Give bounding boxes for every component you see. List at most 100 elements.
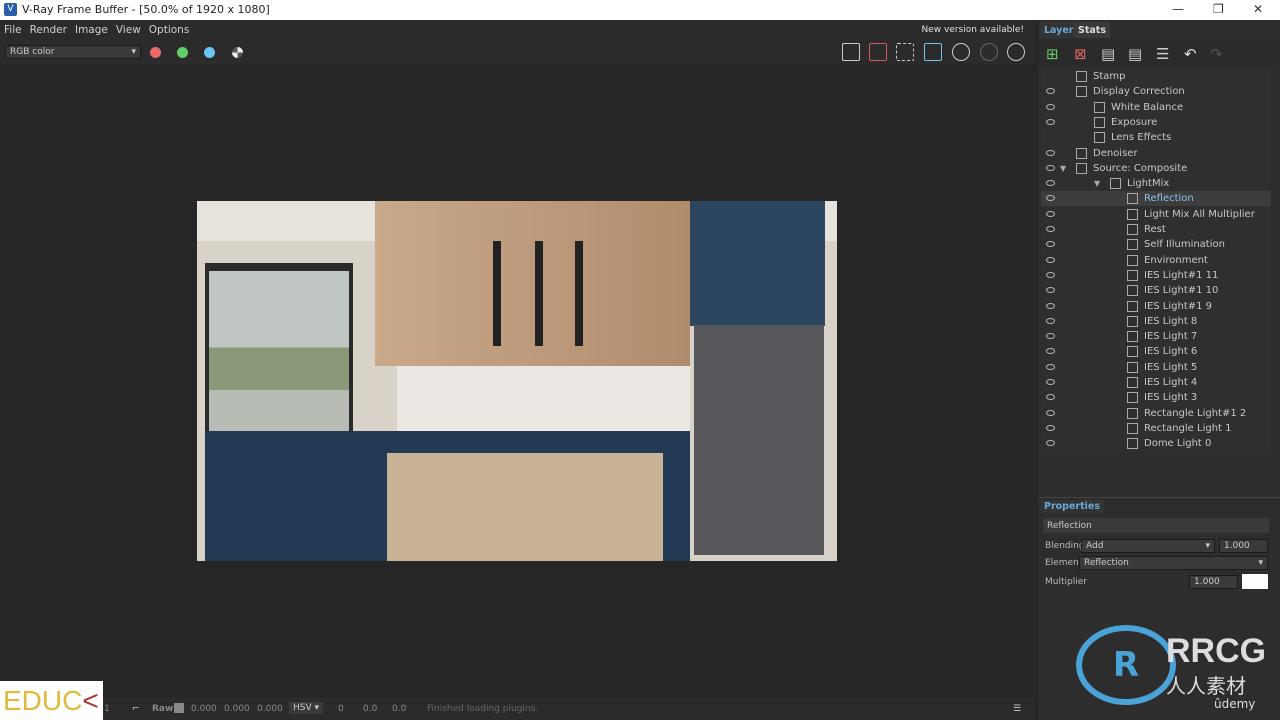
layer-item[interactable]: Reflection: [1041, 191, 1271, 207]
delete-layer-icon[interactable]: ⊠: [1074, 45, 1087, 63]
color-mode-select[interactable]: HSV ▾: [289, 702, 324, 714]
layer-type-icon: [1076, 71, 1087, 82]
menu-options[interactable]: Options: [145, 20, 194, 36]
visibility-eye-icon[interactable]: [1046, 118, 1055, 125]
element-label: Element: [1045, 558, 1083, 568]
visibility-eye-icon[interactable]: [1046, 409, 1055, 416]
save-layers-icon[interactable]: ▤: [1101, 45, 1115, 63]
maximize-button[interactable]: ❐: [1213, 2, 1224, 16]
visibility-eye-icon[interactable]: [1046, 424, 1055, 431]
layer-name-field[interactable]: Reflection: [1043, 518, 1269, 533]
blending-amount-spinner[interactable]: 1.000: [1219, 539, 1268, 553]
udemy-watermark: ûdemy: [1214, 697, 1256, 711]
layer-type-icon: [1127, 285, 1138, 297]
visibility-eye-icon[interactable]: [1046, 256, 1055, 263]
blending-select[interactable]: Add ▾: [1081, 539, 1215, 553]
minimize-button[interactable]: —: [1172, 2, 1184, 16]
add-layer-icon[interactable]: ⊞: [1046, 45, 1059, 63]
layer-label: Stamp: [1093, 71, 1126, 82]
multiplier-color-swatch[interactable]: [1242, 574, 1268, 589]
visibility-eye-icon[interactable]: [1046, 440, 1055, 447]
visibility-eye-icon[interactable]: [1046, 210, 1055, 217]
menu-image[interactable]: Image: [71, 20, 112, 36]
visibility-eye-icon[interactable]: [1046, 394, 1055, 401]
layer-item[interactable]: IES Light 6: [1041, 344, 1271, 359]
layer-item[interactable]: White Balance: [1041, 100, 1271, 115]
layer-item[interactable]: IES Light 5: [1041, 360, 1271, 375]
layer-item[interactable]: Denoiser: [1041, 146, 1271, 161]
layer-item[interactable]: Rest: [1041, 222, 1271, 237]
layer-item[interactable]: IES Light 7: [1041, 329, 1271, 344]
visibility-eye-icon[interactable]: [1046, 149, 1055, 156]
tab-stats[interactable]: Stats: [1074, 22, 1110, 38]
expand-arrow-icon[interactable]: ▼: [1060, 161, 1066, 176]
save-image-icon[interactable]: [842, 43, 860, 61]
visibility-eye-icon[interactable]: [1046, 164, 1055, 171]
layer-item[interactable]: Display Correction: [1041, 84, 1271, 99]
layer-item[interactable]: Exposure: [1041, 115, 1271, 130]
layer-type-icon: [1076, 162, 1087, 174]
visibility-eye-icon[interactable]: [1046, 241, 1055, 248]
ipr-render-icon[interactable]: [952, 43, 970, 61]
layer-item[interactable]: Self Illumination: [1041, 237, 1271, 252]
render-icon[interactable]: [1007, 43, 1025, 61]
element-select[interactable]: Reflection ▾: [1079, 556, 1268, 570]
region-render-icon[interactable]: [896, 43, 914, 61]
menu-file[interactable]: File: [0, 20, 26, 36]
channel-select[interactable]: RGB color ▾: [5, 45, 141, 59]
track-mouse-icon[interactable]: [924, 43, 942, 61]
curve-icon[interactable]: ⌐: [132, 704, 140, 714]
menu-view[interactable]: View: [112, 20, 145, 36]
visibility-eye-icon[interactable]: [1046, 348, 1055, 355]
undo-icon[interactable]: ↶: [1184, 45, 1197, 63]
visibility-eye-icon[interactable]: [1046, 302, 1055, 309]
splitter[interactable]: [1038, 497, 1280, 498]
visibility-eye-icon[interactable]: [1046, 103, 1055, 110]
visibility-eye-icon[interactable]: [1046, 195, 1055, 202]
layer-label: IES Light 4: [1144, 377, 1198, 388]
layer-item[interactable]: IES Light 8: [1041, 314, 1271, 329]
zoom-select[interactable]: 1: [104, 704, 110, 714]
layer-item[interactable]: IES Light#1 9: [1041, 299, 1271, 314]
clear-image-icon[interactable]: [869, 43, 887, 61]
alpha-channel-button[interactable]: [232, 47, 243, 58]
layer-item[interactable]: IES Light#1 11: [1041, 268, 1271, 283]
layer-item[interactable]: Lens Effects: [1041, 130, 1271, 145]
layer-item[interactable]: Dome Light 0: [1041, 436, 1271, 451]
layer-item[interactable]: Rectangle Light#1 2: [1041, 406, 1271, 421]
layer-item[interactable]: IES Light#1 10: [1041, 283, 1271, 298]
green-channel-button[interactable]: [177, 47, 188, 58]
status-message: Finished loading plugins.: [427, 704, 539, 714]
visibility-eye-icon[interactable]: [1046, 180, 1055, 187]
visibility-eye-icon[interactable]: [1046, 271, 1055, 278]
visibility-eye-icon[interactable]: [1046, 333, 1055, 340]
layer-label: Lens Effects: [1111, 132, 1172, 144]
layer-item[interactable]: Stamp: [1041, 69, 1271, 84]
blue-channel-button[interactable]: [204, 47, 215, 58]
layer-item[interactable]: IES Light 4: [1041, 375, 1271, 390]
close-button[interactable]: ✕: [1253, 2, 1263, 16]
visibility-eye-icon[interactable]: [1046, 379, 1055, 385]
log-icon[interactable]: ☰: [1013, 704, 1021, 714]
layer-presets-icon[interactable]: ☰: [1156, 45, 1169, 63]
load-layers-icon[interactable]: ▤: [1128, 45, 1142, 63]
visibility-eye-icon[interactable]: [1046, 88, 1055, 95]
visibility-eye-icon[interactable]: [1046, 363, 1055, 370]
layer-item[interactable]: Light Mix All Multiplier: [1041, 207, 1271, 222]
redo-icon[interactable]: ↷: [1210, 45, 1223, 63]
stop-render-icon[interactable]: [980, 43, 998, 61]
menu-render[interactable]: Render: [26, 20, 71, 36]
multiplier-spinner[interactable]: 1.000: [1189, 575, 1238, 589]
layer-item[interactable]: Rectangle Light 1: [1041, 421, 1271, 436]
layer-item[interactable]: ▼ Source: Composite: [1041, 161, 1271, 176]
layer-item[interactable]: IES Light 3: [1041, 390, 1271, 405]
visibility-eye-icon[interactable]: [1046, 226, 1055, 232]
layer-item[interactable]: Environment: [1041, 253, 1271, 268]
visibility-eye-icon[interactable]: [1046, 317, 1055, 324]
visibility-eye-icon[interactable]: [1046, 287, 1055, 294]
red-channel-button[interactable]: [150, 47, 161, 58]
expand-arrow-icon[interactable]: ▼: [1094, 176, 1100, 191]
layer-label: Display Correction: [1093, 86, 1185, 98]
new-version-link[interactable]: New version available!: [921, 25, 1024, 35]
layer-item[interactable]: ▼ LightMix: [1041, 176, 1271, 191]
